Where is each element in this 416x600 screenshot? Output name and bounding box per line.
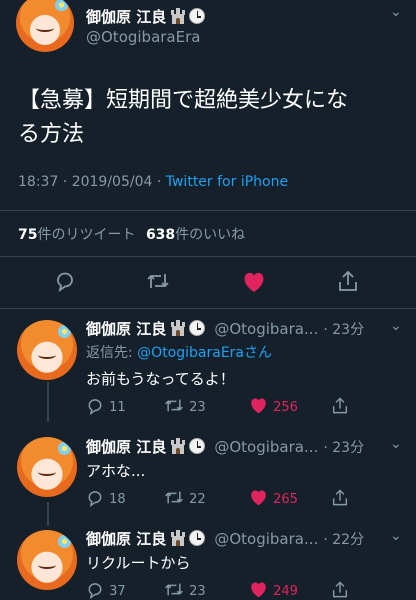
- tweet-text: 【急募】短期間で超絶美少女にな る方法: [18, 84, 348, 152]
- like-action[interactable]: 265: [249, 488, 298, 507]
- retweet-icon: [165, 399, 183, 412]
- tweet-text-line-2: る方法: [18, 122, 85, 147]
- reply-to-link[interactable]: @OtogibaraEra: [137, 345, 244, 361]
- castle-icon: [170, 8, 187, 24]
- retweet-action[interactable]: 23: [164, 396, 206, 415]
- heart-icon: [251, 582, 266, 598]
- reply-action-bar: 37 23 249: [86, 580, 406, 600]
- heart-icon: [251, 490, 266, 506]
- clock-icon: [189, 530, 206, 546]
- divider: [0, 256, 416, 257]
- reply-handle[interactable]: @Otogibara...: [214, 320, 318, 338]
- tweet-stats: 75件のリツイート 638件のいいね: [18, 224, 245, 244]
- reply-text: アホな...: [86, 462, 146, 480]
- display-name[interactable]: 御伽原 江良: [86, 320, 166, 338]
- reply-action[interactable]: 37: [86, 580, 126, 600]
- tweet-text-line-1: 【急募】短期間で超絶美少女にな: [18, 88, 349, 113]
- chevron-down-icon[interactable]: ⌄: [390, 4, 402, 20]
- main-handle[interactable]: @OtogibaraEra: [86, 28, 200, 46]
- thread-line: [47, 502, 49, 526]
- display-name: 御伽原 江良: [86, 8, 167, 26]
- clock-icon: [189, 438, 206, 454]
- reply-action[interactable]: 18: [86, 488, 126, 508]
- chevron-down-icon[interactable]: ⌄: [390, 436, 402, 452]
- reply-time: · 23分: [323, 322, 365, 338]
- retweet-action[interactable]: 23: [164, 580, 206, 599]
- clock-icon: [189, 8, 206, 24]
- timestamp[interactable]: 18:37 · 2019/05/04 ·: [18, 174, 166, 190]
- reply-avatar[interactable]: [17, 320, 77, 380]
- reply-action[interactable]: 11: [86, 396, 126, 416]
- divider: [0, 308, 416, 309]
- tweet-meta: 18:37 · 2019/05/04 · Twitter for iPhone: [18, 174, 288, 190]
- reply-avatar[interactable]: [17, 530, 77, 590]
- reply-avatar[interactable]: [17, 437, 77, 497]
- like-action[interactable]: 249: [249, 580, 298, 599]
- share-icon[interactable]: [331, 580, 349, 599]
- client-link[interactable]: Twitter for iPhone: [166, 174, 288, 190]
- reply-icon: [88, 399, 102, 416]
- main-action-bar: [0, 266, 416, 300]
- castle-icon: [170, 530, 187, 546]
- likes-stat[interactable]: 638件のいいね: [146, 227, 245, 243]
- retweet-icon: [165, 491, 183, 504]
- reply-action-bar: 18 22 265: [86, 488, 406, 508]
- reply-text: お前もうなってるよ！: [86, 370, 235, 388]
- chevron-down-icon[interactable]: ⌄: [390, 528, 402, 544]
- thread-line: [47, 382, 49, 422]
- reply-action-bar: 11 23 256: [86, 396, 406, 416]
- reply-text: リクルートから: [86, 554, 191, 572]
- main-avatar[interactable]: [16, 0, 74, 52]
- share-icon[interactable]: [337, 269, 359, 293]
- reply-icon[interactable]: [54, 270, 76, 292]
- reply-icon: [88, 491, 102, 508]
- reply-header: 御伽原 江良 @Otogibara... · 22分: [86, 528, 402, 549]
- castle-icon: [170, 438, 187, 454]
- reply-time: · 23分: [323, 440, 365, 456]
- reply-header: 御伽原 江良 @Otogibara... · 23分: [86, 436, 402, 457]
- heart-icon: [251, 398, 266, 414]
- display-name[interactable]: 御伽原 江良: [86, 530, 166, 548]
- reply-to: 返信先: @OtogibaraEraさん: [86, 345, 273, 361]
- reply-icon: [88, 583, 102, 600]
- retweet-action[interactable]: 22: [164, 488, 206, 507]
- reply-handle[interactable]: @Otogibara...: [214, 438, 318, 456]
- chevron-down-icon[interactable]: ⌄: [390, 318, 402, 334]
- share-icon[interactable]: [331, 488, 349, 507]
- castle-icon: [170, 320, 187, 336]
- like-action[interactable]: 256: [249, 396, 298, 415]
- heart-icon[interactable]: [242, 271, 266, 293]
- reply-time: · 22分: [323, 532, 365, 548]
- clock-icon: [189, 320, 206, 336]
- reply-handle[interactable]: @Otogibara...: [214, 530, 318, 548]
- retweets-stat[interactable]: 75件のリツイート: [18, 227, 135, 243]
- main-author[interactable]: 御伽原 江良: [86, 6, 206, 27]
- divider: [0, 210, 416, 211]
- retweet-icon[interactable]: [146, 271, 170, 291]
- retweet-icon: [165, 583, 183, 596]
- reply-header: 御伽原 江良 @Otogibara... · 23分: [86, 318, 402, 339]
- share-icon[interactable]: [331, 396, 349, 415]
- display-name[interactable]: 御伽原 江良: [86, 438, 166, 456]
